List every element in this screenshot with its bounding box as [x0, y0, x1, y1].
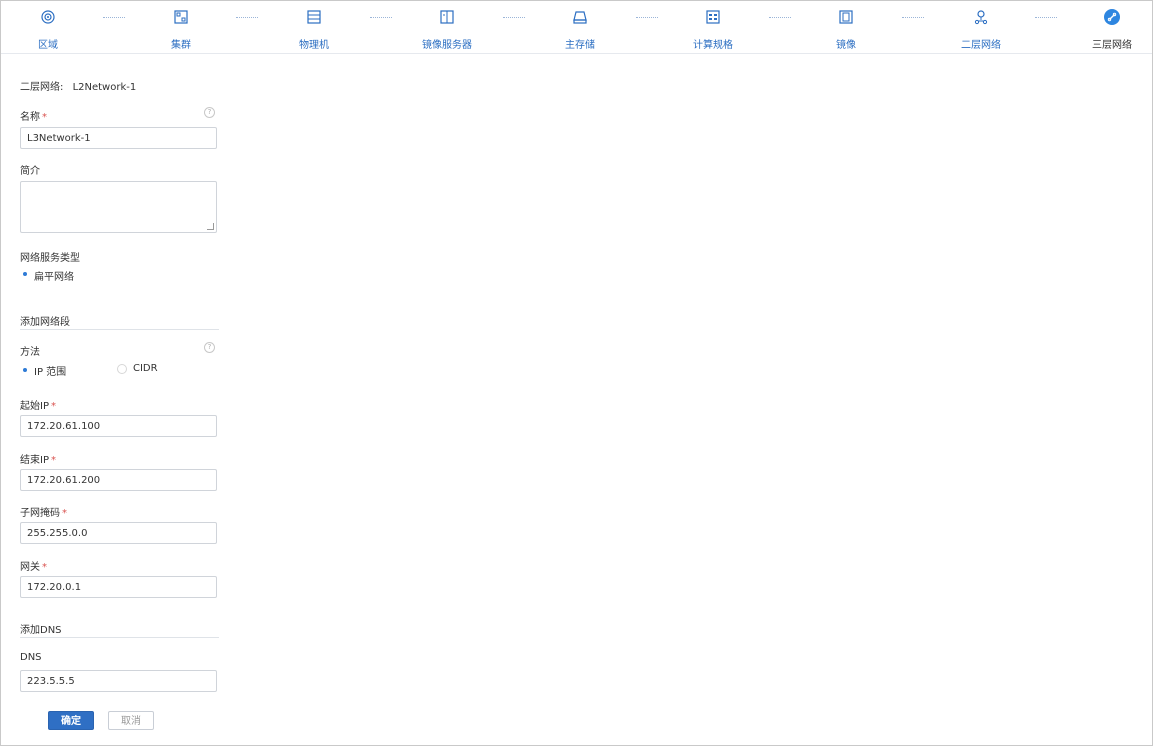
method-label: 方法 [20, 347, 40, 358]
host-icon [307, 10, 321, 24]
step-instance-offering[interactable]: 计算规格 [668, 1, 758, 53]
step-connector [503, 17, 525, 20]
step-connector [902, 17, 924, 20]
step-backup-storage[interactable]: 镜像服务器 [402, 1, 492, 53]
step-primary-storage[interactable]: 主存储 [535, 1, 625, 53]
primary-storage-icon [573, 11, 587, 24]
add-dns-section: 添加DNS [20, 621, 219, 638]
step-label: 三层网络 [1092, 40, 1132, 51]
required-mark: * [50, 401, 56, 412]
netmask-input[interactable] [20, 522, 217, 544]
flat-network-label: 扁平网络 [34, 272, 74, 283]
step-zone[interactable]: 区域 [3, 1, 93, 53]
step-l2-network[interactable]: 二层网络 [936, 1, 1026, 53]
dns-input[interactable] [20, 670, 217, 692]
ok-button[interactable]: 确定 [48, 711, 94, 730]
resize-grip-icon[interactable] [207, 223, 214, 230]
description-textarea[interactable] [20, 181, 217, 233]
netmask-label-row: 子网掩码 * [20, 504, 67, 519]
required-mark: * [50, 455, 56, 466]
step-label: 二层网络 [961, 40, 1001, 51]
instance-offering-icon [706, 10, 720, 24]
gateway-label: 网关 [20, 562, 40, 573]
service-type-label: 网络服务类型 [20, 253, 80, 264]
step-label: 镜像 [836, 40, 856, 51]
gateway-input[interactable] [20, 576, 217, 598]
gateway-label-row: 网关 * [20, 558, 47, 573]
cancel-button[interactable]: 取消 [108, 711, 154, 730]
l3-network-icon [1104, 9, 1120, 25]
step-connector [636, 17, 658, 20]
add-range-section: 添加网络段 [20, 313, 219, 330]
image-icon [839, 10, 853, 24]
cidr-label: CIDR [133, 363, 158, 374]
end-ip-input[interactable] [20, 469, 217, 491]
step-label: 集群 [171, 40, 191, 51]
dns-label: DNS [20, 652, 42, 663]
step-connector [769, 17, 791, 20]
step-host[interactable]: 物理机 [269, 1, 359, 53]
step-label: 区域 [38, 40, 58, 51]
backup-storage-icon [440, 10, 454, 24]
step-connector [1035, 17, 1057, 20]
zone-icon [41, 10, 55, 24]
step-connector [370, 17, 392, 20]
l2-network-icon [974, 10, 988, 25]
ip-range-label: IP 范围 [34, 367, 67, 378]
required-mark: * [62, 508, 67, 519]
l2-network-value: L2Network-1 [72, 82, 137, 93]
step-connector [103, 17, 125, 20]
help-icon[interactable]: ? [204, 107, 215, 118]
netmask-label: 子网掩码 [20, 508, 60, 519]
name-label: 名称 [20, 112, 40, 123]
cluster-icon [174, 10, 188, 24]
name-label-row: 名称 * [20, 108, 47, 123]
end-ip-label-row: 结束IP * [20, 451, 56, 466]
step-connector [236, 17, 258, 20]
step-l3-network[interactable]: 三层网络 [1067, 1, 1153, 53]
start-ip-label-row: 起始IP * [20, 397, 56, 412]
step-label: 镜像服务器 [422, 40, 472, 51]
step-label: 物理机 [299, 40, 329, 51]
wizard-window: 区域 集群 物理机 镜像服务器 主存储 计算规格 镜像 二层网络 三层网络 二层… [0, 0, 1153, 746]
l2-network-row: 二层网络: L2Network-1 [20, 78, 136, 93]
required-mark: * [42, 562, 47, 573]
start-ip-input[interactable] [20, 415, 217, 437]
required-mark: * [42, 112, 47, 123]
name-input[interactable] [20, 127, 217, 149]
start-ip-label: 起始IP [20, 401, 49, 412]
ip-range-radio[interactable] [23, 368, 27, 372]
end-ip-label: 结束IP [20, 455, 49, 466]
help-icon[interactable]: ? [204, 342, 215, 353]
step-image[interactable]: 镜像 [801, 1, 891, 53]
step-label: 主存储 [565, 40, 595, 51]
l2-network-label: 二层网络: [20, 82, 64, 93]
wizard-steps: 区域 集群 物理机 镜像服务器 主存储 计算规格 镜像 二层网络 三层网络 [1, 1, 1152, 54]
step-label: 计算规格 [693, 40, 733, 51]
description-label: 简介 [20, 166, 40, 177]
step-cluster[interactable]: 集群 [136, 1, 226, 53]
flat-network-radio[interactable] [23, 272, 27, 276]
cidr-radio[interactable] [117, 364, 127, 374]
